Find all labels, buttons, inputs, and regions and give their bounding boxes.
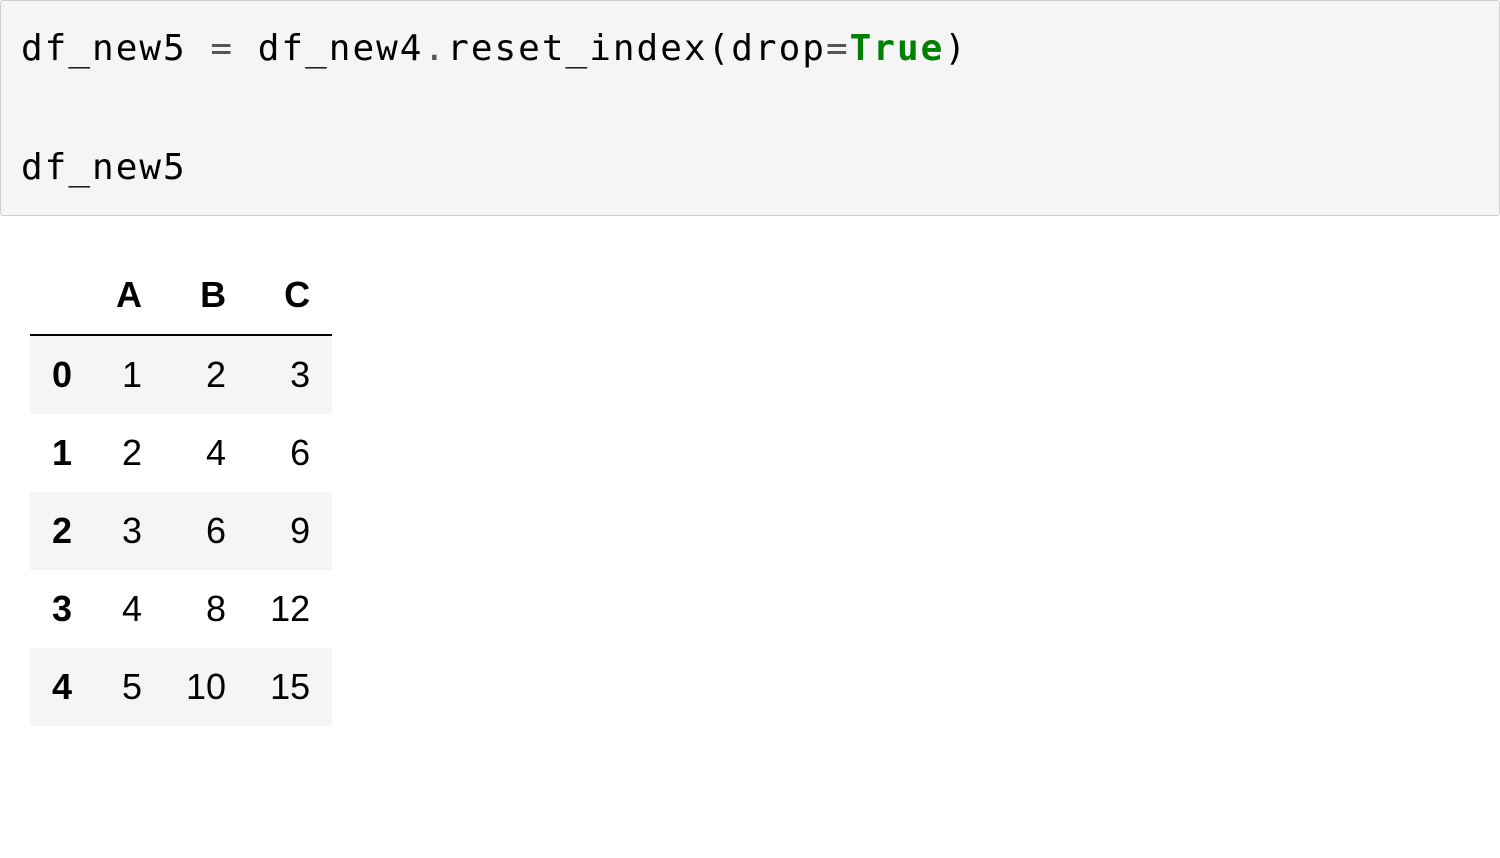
table-cell: 5 <box>94 648 164 726</box>
code-token: df_new5 <box>21 28 210 69</box>
table-cell: 4 <box>164 414 248 492</box>
code-token-operator: = <box>210 28 234 69</box>
table-row: 4 5 10 15 <box>30 648 332 726</box>
table-header-blank <box>30 256 94 335</box>
table-cell: 4 <box>94 570 164 648</box>
table-cell: 9 <box>248 492 332 570</box>
code-output-area: A B C 0 1 2 3 1 2 4 6 2 3 6 9 <box>0 256 1500 726</box>
table-row: 0 1 2 3 <box>30 335 332 414</box>
table-cell: 3 <box>94 492 164 570</box>
table-column-header: B <box>164 256 248 335</box>
table-cell: 6 <box>164 492 248 570</box>
table-cell: 1 <box>94 335 164 414</box>
table-index-cell: 1 <box>30 414 94 492</box>
table-cell: 15 <box>248 648 332 726</box>
table-column-header: A <box>94 256 164 335</box>
code-token: df_new5 <box>21 147 187 188</box>
table-cell: 8 <box>164 570 248 648</box>
table-row: 2 3 6 9 <box>30 492 332 570</box>
code-token-operator: . <box>423 28 447 69</box>
table-cell: 2 <box>94 414 164 492</box>
code-token: reset_index(drop <box>447 28 826 69</box>
table-index-cell: 2 <box>30 492 94 570</box>
code-token-operator: = <box>826 28 850 69</box>
table-index-cell: 4 <box>30 648 94 726</box>
table-header: A B C <box>30 256 332 335</box>
code-token-keyword: True <box>850 28 945 69</box>
table-cell: 3 <box>248 335 332 414</box>
table-column-header: C <box>248 256 332 335</box>
table-cell: 10 <box>164 648 248 726</box>
code-token: ) <box>944 28 968 69</box>
table-row: 3 4 8 12 <box>30 570 332 648</box>
table-row: 1 2 4 6 <box>30 414 332 492</box>
code-input-cell[interactable]: df_new5 = df_new4.reset_index(drop=True)… <box>0 0 1500 216</box>
table-cell: 2 <box>164 335 248 414</box>
code-token: df_new4 <box>234 28 423 69</box>
dataframe-table: A B C 0 1 2 3 1 2 4 6 2 3 6 9 <box>30 256 332 726</box>
table-cell: 6 <box>248 414 332 492</box>
table-index-cell: 0 <box>30 335 94 414</box>
table-index-cell: 3 <box>30 570 94 648</box>
table-cell: 12 <box>248 570 332 648</box>
table-body: 0 1 2 3 1 2 4 6 2 3 6 9 3 4 8 12 <box>30 335 332 726</box>
